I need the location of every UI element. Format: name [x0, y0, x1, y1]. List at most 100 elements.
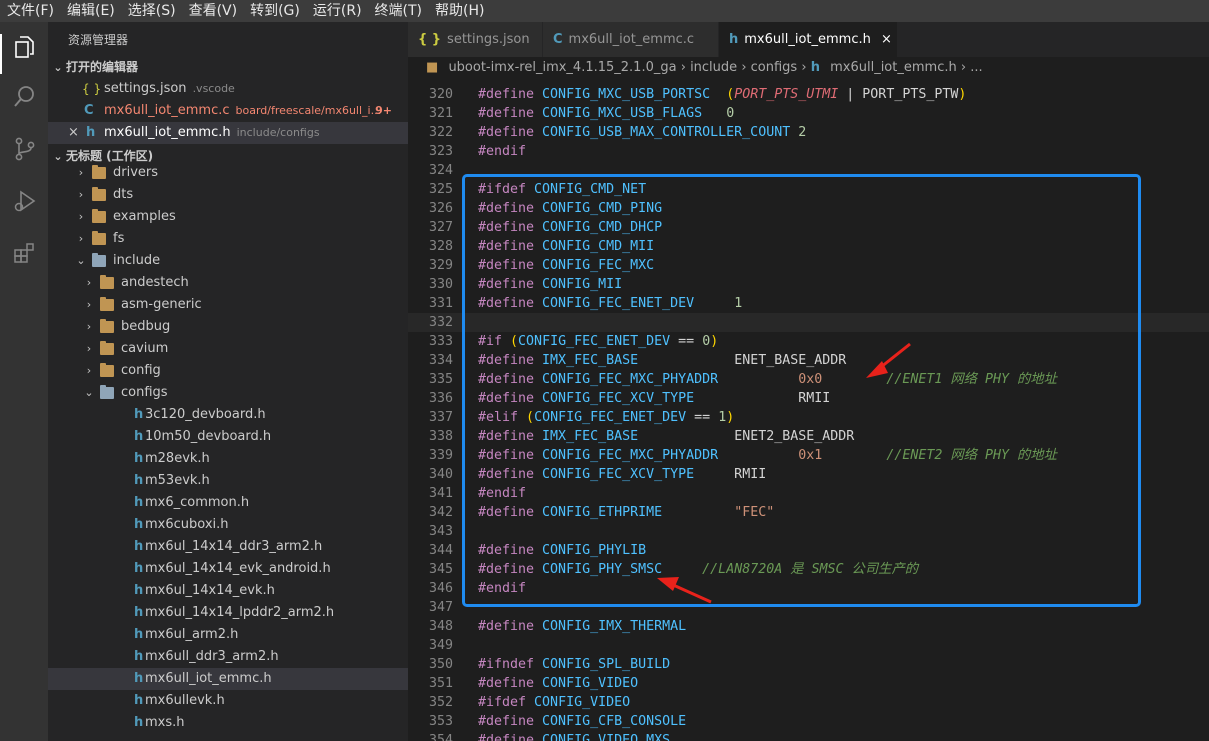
line-number: 335	[428, 372, 453, 387]
tree-folder[interactable]: › bedbug	[48, 316, 408, 338]
tab-close-icon[interactable]: ×	[881, 32, 892, 47]
open-editors-header[interactable]: ⌄ 打开的编辑器	[48, 56, 408, 78]
line-number: 332	[428, 315, 453, 330]
tree-item-label: dts	[113, 187, 134, 202]
tree-file[interactable]: h m53evk.h	[48, 470, 408, 492]
code-token: #define	[478, 619, 543, 634]
menu-item[interactable]: 编辑(E)	[60, 0, 121, 22]
source-control-icon[interactable]	[12, 136, 38, 162]
code-text: #define CONFIG_CFB_CONSOLE	[478, 712, 686, 731]
folder-open-icon	[92, 253, 106, 267]
open-editor-emmc-h[interactable]: × h mx6ull_iot_emmc.h include/configs	[48, 122, 408, 144]
menu-item[interactable]: 运行(R)	[306, 0, 368, 22]
line-number: 336	[428, 391, 453, 406]
code-text: #ifdef CONFIG_VIDEO	[478, 693, 630, 712]
close-icon[interactable]: ×	[68, 122, 79, 144]
tree-folder[interactable]: › config	[48, 360, 408, 382]
code-text: #ifndef CONFIG_SPL_BUILD	[478, 655, 670, 674]
header-file-icon: h	[134, 517, 144, 532]
tree-folder[interactable]: › drivers	[48, 162, 408, 184]
tree-folder[interactable]: › examples	[48, 206, 408, 228]
line-number: 353	[428, 714, 453, 729]
code-token: CONFIG_VIDEO	[534, 695, 631, 710]
code-line: 349	[408, 636, 1209, 655]
code-line: 353 #define CONFIG_CFB_CONSOLE	[408, 712, 1209, 731]
tree-item-label: 3c120_devboard.h	[145, 407, 266, 422]
tree-folder[interactable]: ⌄ configs	[48, 382, 408, 404]
line-number: 334	[428, 353, 453, 368]
chevron-down-icon: ⌄	[84, 386, 94, 399]
tree-file[interactable]: h mx6ul_arm2.h	[48, 624, 408, 646]
header-file-icon: h	[134, 715, 144, 730]
menu-item[interactable]: 转到(G)	[243, 0, 306, 22]
tree-file[interactable]: h mx6_common.h	[48, 492, 408, 514]
tab-label: mx6ull_iot_emmc.h	[744, 32, 871, 47]
tree-folder[interactable]: ⌄ include	[48, 250, 408, 272]
menu-item[interactable]: 文件(F)	[0, 0, 60, 22]
tree-folder[interactable]: › cavium	[48, 338, 408, 360]
explorer-icon[interactable]	[12, 34, 38, 60]
tree-file[interactable]: h mx6ul_14x14_ddr3_arm2.h	[48, 536, 408, 558]
tree-folder[interactable]: › asm-generic	[48, 294, 408, 316]
tree-folder[interactable]: › andestech	[48, 272, 408, 294]
menu-item[interactable]: 终端(T)	[368, 0, 428, 22]
folder-icon: ■	[426, 60, 439, 75]
breadcrumb-item[interactable]: include	[690, 60, 737, 75]
line-number: 330	[428, 277, 453, 292]
line-number: 351	[428, 676, 453, 691]
tree-file[interactable]: h mx6ullevk.h	[48, 690, 408, 712]
tree-file[interactable]: h 3c120_devboard.h	[48, 404, 408, 426]
line-number: 322	[428, 125, 453, 140]
tree-file[interactable]: h mxs.h	[48, 712, 408, 734]
code-token: #ifdef	[478, 695, 535, 710]
code-token: 2	[798, 125, 807, 140]
breadcrumb-item[interactable]: ...	[970, 60, 982, 75]
tree-file[interactable]: h mx6ull_iot_emmc.h	[48, 668, 408, 690]
code-token: )	[958, 87, 967, 102]
tree-item-label: config	[121, 363, 161, 378]
open-editor-emmc-c[interactable]: C mx6ull_iot_emmc.c board/freescale/mx6ul…	[48, 100, 408, 122]
tree-folder[interactable]: › fs	[48, 228, 408, 250]
tree-file[interactable]: h mx6cuboxi.h	[48, 514, 408, 536]
code-text: #define CONFIG_MXC_USB_PORTSC (PORT_PTS_…	[478, 85, 966, 104]
breadcrumb-item[interactable]: uboot-imx-rel_imx_4.1.15_2.1.0_ga	[448, 60, 676, 75]
tab-emmc-c[interactable]: Cmx6ull_iot_emmc.c	[543, 22, 719, 57]
search-icon[interactable]	[12, 84, 38, 110]
code-token: CONFIG_IMX_THERMAL	[542, 619, 687, 634]
line-number: 337	[428, 410, 453, 425]
menu-item[interactable]: 选择(S)	[121, 0, 182, 22]
tab-settings-json[interactable]: { } settings.json	[408, 22, 543, 57]
code-text: #define CONFIG_MXC_USB_FLAGS 0	[478, 104, 734, 123]
tree-item-label: mx6ul_14x14_evk_android.h	[145, 561, 331, 576]
open-editor-path: .vscode	[192, 82, 235, 95]
c-file-icon: C	[84, 103, 94, 118]
line-number: 324	[428, 163, 453, 178]
folder-icon	[100, 275, 114, 289]
open-editor-settings-json[interactable]: { } settings.json .vscode	[48, 78, 408, 100]
tree-file[interactable]: h mx6ul_14x14_evk_android.h	[48, 558, 408, 580]
extensions-icon[interactable]	[12, 240, 38, 266]
breadcrumb-separator: ›	[741, 60, 751, 75]
breadcrumb-item[interactable]: configs	[751, 60, 798, 75]
line-number: 345	[428, 562, 453, 577]
folder-icon	[100, 363, 114, 377]
header-file-icon: h	[134, 495, 144, 510]
menu-item[interactable]: 帮助(H)	[428, 0, 490, 22]
tree-file[interactable]: h 10m50_devboard.h	[48, 426, 408, 448]
tab-emmc-h[interactable]: h mx6ull_iot_emmc.h ×	[719, 22, 898, 57]
run-debug-icon[interactable]	[12, 188, 38, 214]
annotation-arrow-icon	[657, 577, 712, 604]
menu-item[interactable]: 查看(V)	[182, 0, 244, 22]
tree-file[interactable]: h mx6ul_14x14_lpddr2_arm2.h	[48, 602, 408, 624]
tree-file[interactable]: h m28evk.h	[48, 448, 408, 470]
tree-item-label: mx6ul_14x14_evk.h	[145, 583, 275, 598]
tree-file[interactable]: h mx6ull_ddr3_arm2.h	[48, 646, 408, 668]
chevron-right-icon: ›	[86, 342, 92, 355]
folder-icon	[100, 297, 114, 311]
tree-folder[interactable]: › dts	[48, 184, 408, 206]
tree-file[interactable]: h mx6ul_14x14_evk.h	[48, 580, 408, 602]
line-number: 344	[428, 543, 453, 558]
breadcrumb-item[interactable]: mx6ull_iot_emmc.h	[830, 60, 957, 75]
folder-open-icon	[100, 385, 114, 399]
